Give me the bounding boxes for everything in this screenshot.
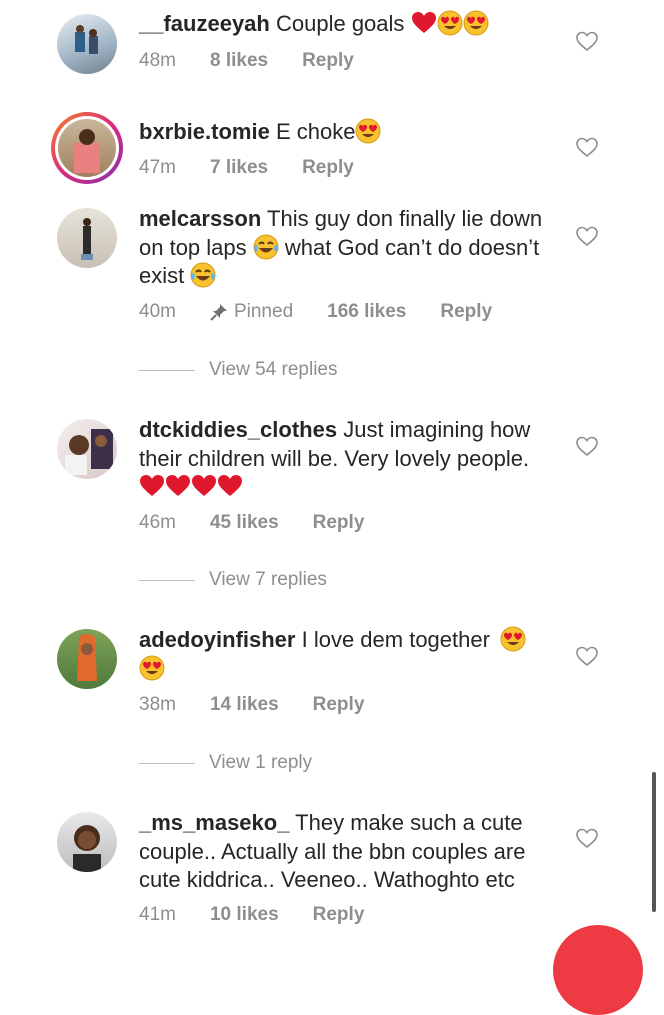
reply-button[interactable]: Reply bbox=[302, 157, 354, 179]
username[interactable]: dtckiddies_clothes bbox=[139, 417, 337, 442]
pinned-label: Pinned bbox=[210, 301, 293, 323]
timestamp: 38m bbox=[139, 694, 176, 715]
timestamp: 46m bbox=[139, 512, 176, 533]
username[interactable]: bxrbie.tomie bbox=[139, 119, 270, 144]
comment-meta: 38m 14 likes Reply bbox=[139, 694, 398, 716]
reply-button[interactable]: Reply bbox=[313, 904, 365, 926]
floating-action-button[interactable] bbox=[553, 925, 643, 1015]
comment-text: _ms_maseko_ They make such a cute couple… bbox=[139, 809, 559, 895]
comment-body: Couple goals bbox=[275, 11, 405, 36]
heart-eyes-emoji bbox=[500, 626, 526, 652]
timestamp: 41m bbox=[139, 904, 176, 925]
view-replies-button[interactable]: View 7 replies bbox=[139, 569, 327, 591]
comment-text: __fauzeeyah Couple goals bbox=[139, 10, 559, 39]
heart-outline-icon[interactable] bbox=[576, 828, 598, 848]
comment-meta: 47m 7 likes Reply bbox=[139, 157, 388, 179]
username[interactable]: melcarsson bbox=[139, 206, 261, 231]
avatar[interactable] bbox=[57, 419, 117, 479]
timestamp: 47m bbox=[139, 157, 176, 178]
comment-meta: 40m Pinned 166 likes Reply bbox=[139, 301, 526, 323]
heart-eyes-emoji bbox=[355, 118, 381, 144]
red-heart-emoji bbox=[218, 475, 242, 496]
avatar[interactable] bbox=[51, 112, 123, 184]
username[interactable]: adedoyinfisher bbox=[139, 627, 295, 652]
heart-outline-icon[interactable] bbox=[576, 646, 598, 666]
red-heart-emoji bbox=[192, 475, 216, 496]
username[interactable]: __fauzeeyah bbox=[139, 11, 270, 36]
comment-text: bxrbie.tomie E choke bbox=[139, 118, 559, 147]
heart-outline-icon[interactable] bbox=[576, 436, 598, 456]
tears-of-joy-emoji bbox=[252, 233, 279, 260]
avatar[interactable] bbox=[57, 629, 117, 689]
heart-outline-icon[interactable] bbox=[576, 226, 598, 246]
likes-count[interactable]: 14 likes bbox=[210, 694, 279, 716]
comment-body: E choke bbox=[275, 119, 356, 144]
heart-outline-icon[interactable] bbox=[576, 137, 598, 157]
likes-count[interactable]: 10 likes bbox=[210, 904, 279, 926]
username[interactable]: _ms_maseko_ bbox=[139, 810, 289, 835]
heart-eyes-emoji bbox=[139, 655, 165, 680]
heart-eyes-emoji bbox=[437, 10, 463, 36]
comment-text: melcarsson This guy don finally lie down… bbox=[139, 205, 559, 291]
heart-eyes-emoji bbox=[463, 10, 489, 36]
divider bbox=[139, 762, 195, 764]
likes-count[interactable]: 7 likes bbox=[210, 157, 268, 179]
comment-text: dtckiddies_clothes Just imagining how th… bbox=[139, 416, 559, 502]
divider bbox=[139, 369, 195, 371]
comment-meta: 46m 45 likes Reply bbox=[139, 512, 398, 534]
red-heart-emoji bbox=[166, 475, 190, 496]
likes-count[interactable]: 8 likes bbox=[210, 50, 268, 72]
comment-text: adedoyinfisher I love dem together bbox=[139, 626, 559, 683]
comment-meta: 48m 8 likes Reply bbox=[139, 50, 388, 72]
view-replies-button[interactable]: View 54 replies bbox=[139, 359, 338, 381]
reply-button[interactable]: Reply bbox=[313, 512, 365, 534]
timestamp: 48m bbox=[139, 50, 176, 71]
likes-count[interactable]: 45 likes bbox=[210, 512, 279, 534]
tears-of-joy-emoji bbox=[190, 262, 217, 288]
red-heart-emoji bbox=[411, 12, 436, 33]
heart-outline-icon[interactable] bbox=[576, 31, 598, 51]
reply-button[interactable]: Reply bbox=[440, 301, 492, 323]
view-replies-button[interactable]: View 1 reply bbox=[139, 752, 312, 774]
avatar[interactable] bbox=[57, 812, 117, 872]
timestamp: 40m bbox=[139, 301, 176, 322]
likes-count[interactable]: 166 likes bbox=[327, 301, 406, 323]
divider bbox=[139, 579, 195, 581]
scrollbar[interactable] bbox=[652, 772, 656, 912]
reply-button[interactable]: Reply bbox=[302, 50, 354, 72]
comment-body: I love dem together bbox=[301, 627, 490, 652]
red-heart-emoji bbox=[140, 475, 164, 496]
pin-icon bbox=[210, 304, 227, 321]
comment-meta: 41m 10 likes Reply bbox=[139, 904, 398, 926]
avatar[interactable] bbox=[57, 14, 117, 74]
reply-button[interactable]: Reply bbox=[313, 694, 365, 716]
avatar[interactable] bbox=[57, 208, 117, 268]
